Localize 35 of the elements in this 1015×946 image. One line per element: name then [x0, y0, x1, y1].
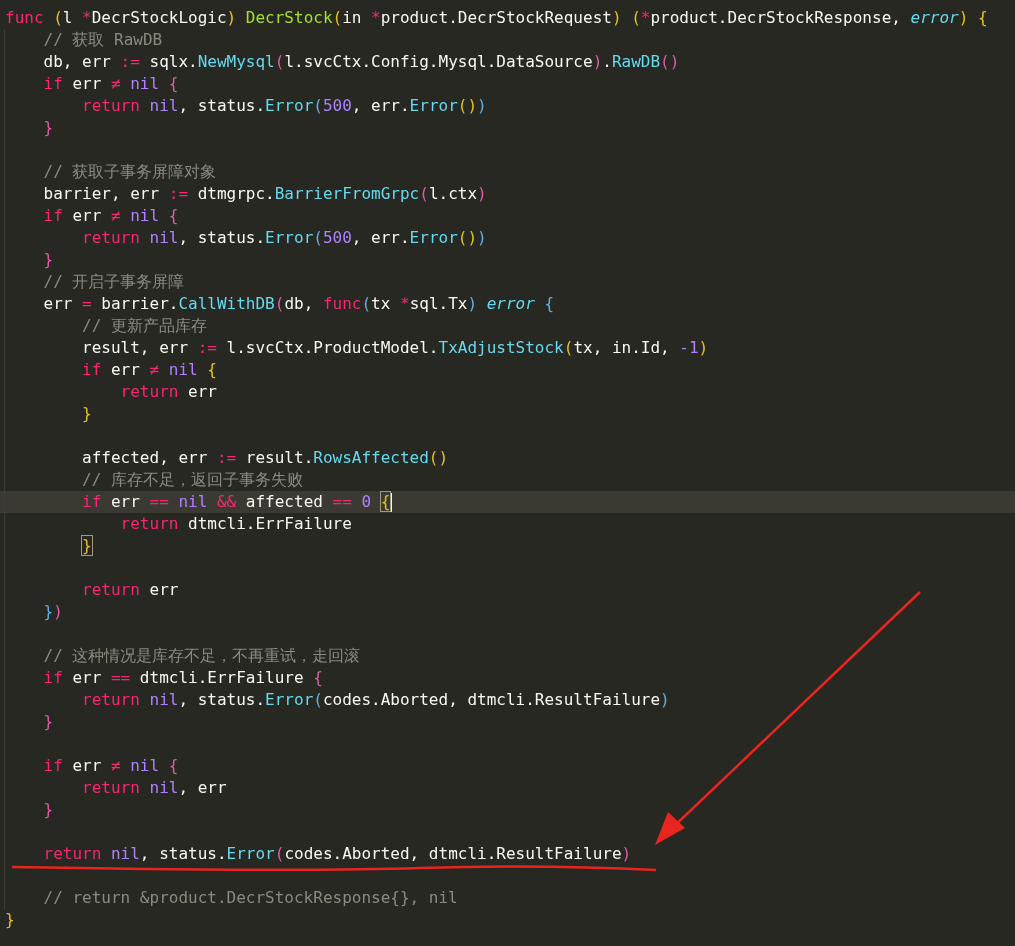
code-line: return err — [119, 381, 218, 403]
code-line: } — [42, 249, 55, 271]
code-line: return nil, status.Error(500, err.Error()) — [81, 95, 488, 117]
text-cursor — [390, 493, 393, 512]
code-line: } — [81, 535, 93, 557]
code-line: } — [4, 909, 16, 931]
code-line: // 获取 RawDB — [42, 29, 164, 51]
code-line: // 开启子事务屏障 — [42, 271, 186, 293]
code-line: db, err := sqlx.NewMysql(l.svcCtx.Config.Mysql.DataSource).RawDB() — [42, 51, 681, 73]
code-line: }) — [42, 601, 64, 623]
code-line: } — [42, 117, 55, 139]
code-line: func (l *DecrStockLogic) DecrStock(in *product.DecrStockRequest) (*product.DecrStockResponse, error) { — [4, 7, 989, 29]
code-line: if err == dtmcli.ErrFailure { — [42, 667, 324, 689]
code-line: } — [42, 711, 55, 733]
code-line: // 获取子事务屏障对象 — [42, 161, 218, 183]
code-line: result, err := l.svcCtx.ProductModel.TxAdjustStock(tx, in.Id, -1) — [81, 337, 710, 359]
code-line: // 更新产品库存 — [81, 315, 208, 337]
code-line: // return &product.DecrStockResponse{}, nil — [42, 887, 459, 909]
code-line: return nil, status.Error(500, err.Error()) — [81, 227, 488, 249]
code-line: } — [42, 799, 55, 821]
code-line: barrier, err := dtmgrpc.BarrierFromGrpc(l.ctx) — [42, 183, 488, 205]
code-line: return nil, status.Error(codes.Aborted, dtmcli.ResultFailure) — [81, 689, 671, 711]
code-line: if err ≠ nil { — [42, 73, 180, 95]
code-line: affected, err := result.RowsAffected() — [81, 447, 450, 469]
code-line: return nil, err — [81, 777, 228, 799]
code-line: } — [81, 403, 93, 425]
code-line: return err — [81, 579, 180, 601]
code-line: if err ≠ nil { — [81, 359, 218, 381]
code-line: err = barrier.CallWithDB(db, func(tx *sql.Tx) error { — [42, 293, 556, 315]
code-line: return dtmcli.ErrFailure — [119, 513, 353, 535]
code-line: if err ≠ nil { — [42, 205, 180, 227]
code-line: // 库存不足，返回子事务失败 — [81, 469, 304, 491]
code-line: if err ≠ nil { — [42, 755, 180, 777]
code-line: return nil, status.Error(codes.Aborted, dtmcli.ResultFailure) — [42, 843, 633, 865]
code-line: // 这种情况是库存不足，不再重试，走回滚 — [42, 645, 362, 667]
